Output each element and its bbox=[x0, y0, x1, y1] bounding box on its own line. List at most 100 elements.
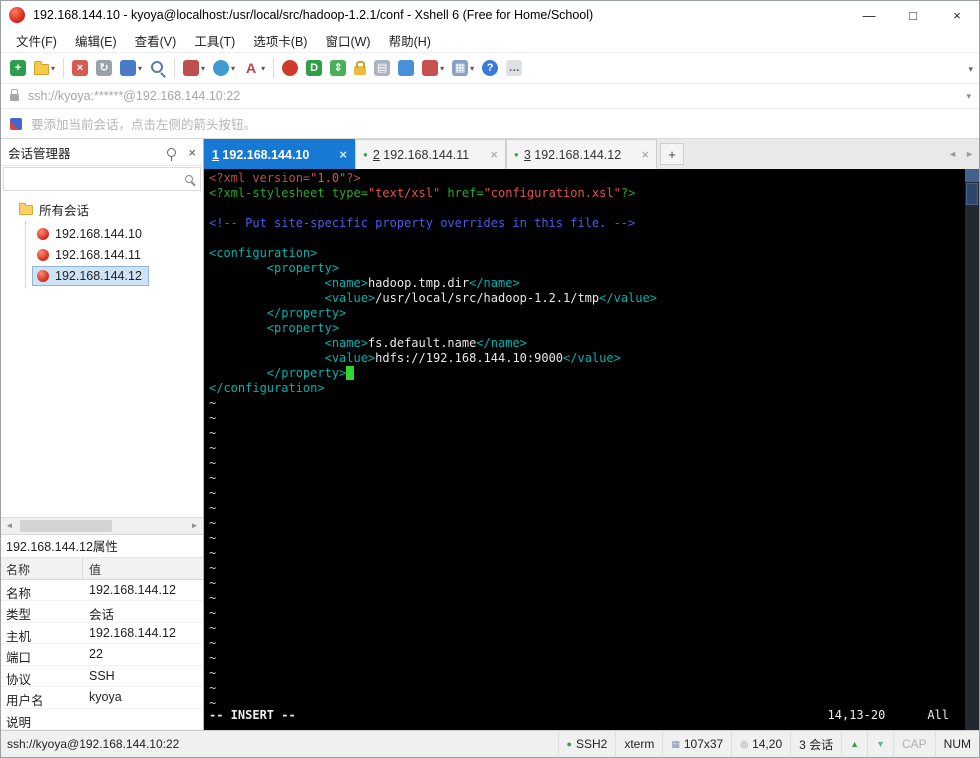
scroll-left-icon[interactable]: ◄ bbox=[1, 521, 18, 530]
terminal[interactable]: <?xml version="1.0"?> <?xml-stylesheet ty… bbox=[204, 169, 979, 730]
address-dropdown-caret-icon[interactable]: ▾ bbox=[966, 91, 971, 102]
scroll-right-icon[interactable]: ► bbox=[186, 521, 203, 530]
tab-close-icon[interactable]: × bbox=[641, 148, 649, 161]
menu-item-7[interactable]: 帮助(H) bbox=[380, 31, 440, 50]
terminal-text: ?> bbox=[620, 186, 636, 200]
add-session-arrow-icon[interactable] bbox=[10, 117, 22, 130]
xftp-button[interactable]: D bbox=[303, 55, 325, 81]
menu-item-5[interactable]: 选项卡(B) bbox=[244, 31, 316, 50]
font-button[interactable]: A ▾ bbox=[240, 55, 268, 81]
disconnect-button[interactable]: × bbox=[69, 55, 91, 81]
num-lock-indicator: NUM bbox=[934, 731, 979, 757]
terminal-text: "configuration.xsl" bbox=[483, 186, 621, 200]
sidebar-hscrollbar-thumb[interactable] bbox=[20, 519, 112, 532]
tools-button[interactable]: ▾ bbox=[419, 55, 447, 81]
xshell-session-button[interactable] bbox=[279, 55, 301, 81]
address-bar[interactable]: ssh://kyoya:******@192.168.144.10:22 ▾ bbox=[1, 83, 979, 108]
info-message: 要添加当前会话，点击左侧的箭头按钮。 bbox=[31, 118, 257, 132]
encoding-button[interactable]: ▾ bbox=[210, 55, 238, 81]
property-name: 端口 bbox=[6, 651, 32, 665]
tab-close-icon[interactable]: × bbox=[339, 148, 347, 161]
property-row: 主机 192.168.144.12 bbox=[1, 623, 203, 644]
session-tab-3[interactable]: ● 3 192.168.144.12 × bbox=[506, 139, 657, 169]
fullscreen-button[interactable]: ⇕ bbox=[327, 55, 349, 81]
terminal-scrollbar-thumb[interactable] bbox=[966, 183, 978, 205]
scroll-up-button[interactable]: ▲ bbox=[841, 731, 867, 757]
maximize-button[interactable]: □ bbox=[891, 1, 935, 29]
toolbar-overflow-caret-icon[interactable]: ▾ bbox=[968, 64, 973, 75]
pin-icon[interactable] bbox=[167, 147, 177, 161]
properties-header-name: 名称 bbox=[1, 557, 83, 579]
dropdown-caret-icon: ▾ bbox=[231, 63, 236, 73]
tree-item-all-sessions[interactable]: 所有会话 bbox=[1, 197, 203, 222]
tools-icon bbox=[422, 60, 439, 76]
folder-icon bbox=[19, 202, 33, 215]
property-name: 主机 bbox=[6, 629, 32, 644]
feedback-button[interactable]: … bbox=[503, 55, 525, 81]
terminal-tilde: ~ bbox=[209, 486, 217, 500]
terminal-tilde-line: ~ bbox=[209, 456, 979, 471]
virtual-keyboard-button[interactable]: ▤ bbox=[371, 55, 393, 81]
sidebar-hscrollbar[interactable]: ◄ ► bbox=[1, 516, 203, 534]
terminal-text: <name> bbox=[209, 276, 368, 290]
connected-status-icon: ● bbox=[363, 149, 368, 159]
menu-item-2[interactable]: 编辑(E) bbox=[66, 31, 126, 50]
menu-item-1[interactable]: 文件(F) bbox=[7, 31, 66, 50]
new-window-button[interactable]: ▾ bbox=[117, 55, 145, 81]
session-item-2[interactable]: 192.168.144.11 bbox=[32, 245, 148, 265]
help-button[interactable]: ? bbox=[479, 55, 501, 81]
virtual-keyboard-icon: ▤ bbox=[374, 60, 391, 76]
terminal-tilde: ~ bbox=[209, 441, 217, 455]
terminal-tilde: ~ bbox=[209, 606, 217, 620]
terminal-tilde-line: ~ bbox=[209, 531, 979, 546]
minimize-button[interactable]: — bbox=[847, 1, 891, 29]
session-item-3[interactable]: 192.168.144.12 bbox=[32, 266, 149, 286]
terminal-line: </property> bbox=[209, 306, 979, 321]
properties-header: 名称 值 bbox=[1, 557, 203, 580]
session-search[interactable] bbox=[3, 167, 201, 191]
terminal-scrollbar[interactable] bbox=[965, 169, 979, 730]
menu-item-6[interactable]: 窗口(W) bbox=[316, 31, 379, 50]
panel-close-icon[interactable]: × bbox=[188, 146, 196, 159]
open-session-button[interactable]: ▾ bbox=[31, 55, 58, 81]
tab-scroll-right-icon[interactable]: ► bbox=[965, 149, 974, 159]
session-tree: 所有会话 192.168.144.10 192.168.144.11 192.168… bbox=[1, 192, 203, 517]
terminal-scrollbar-button[interactable] bbox=[965, 169, 979, 182]
terminal-tilde: ~ bbox=[209, 666, 217, 680]
layout-button[interactable]: ▦ ▾ bbox=[449, 55, 477, 81]
terminal-text: <!-- Put site-specific property override… bbox=[209, 216, 636, 230]
terminal-line: <configuration> bbox=[209, 246, 979, 261]
find-button[interactable] bbox=[147, 55, 169, 81]
close-button[interactable]: × bbox=[935, 1, 979, 29]
layout-icon: ▦ bbox=[452, 60, 469, 76]
font-icon: A bbox=[246, 60, 257, 76]
toolbar-separator bbox=[273, 58, 275, 78]
property-name: 类型 bbox=[6, 608, 32, 622]
tab-scroll-left-icon[interactable]: ◄ bbox=[948, 149, 957, 159]
terminal-text: <?xml version= bbox=[209, 171, 311, 185]
session-tab-1[interactable]: 1 192.168.144.10 × bbox=[204, 139, 355, 169]
menu-item-3[interactable]: 查看(V) bbox=[126, 31, 186, 50]
scroll-down-button[interactable]: ▼ bbox=[867, 731, 893, 757]
tab-close-icon[interactable]: × bbox=[490, 148, 498, 161]
sidebar-hscrollbar-track[interactable] bbox=[18, 518, 186, 534]
lock-screen-button[interactable] bbox=[351, 55, 369, 81]
compose-button[interactable]: ▾ bbox=[180, 55, 208, 81]
terminal-text: hdfs://192.168.144.10:9000 bbox=[375, 351, 564, 365]
session-item-1[interactable]: 192.168.144.10 bbox=[32, 224, 149, 244]
menu-item-4[interactable]: 工具(T) bbox=[185, 31, 244, 50]
title-bar[interactable]: 192.168.144.10 - kyoya@localhost:/usr/lo… bbox=[1, 1, 979, 29]
reconnect-button[interactable]: ↻ bbox=[93, 55, 115, 81]
new-terminal-button[interactable]: + bbox=[7, 55, 29, 81]
find-icon bbox=[150, 60, 166, 76]
session-search-input[interactable] bbox=[9, 172, 185, 186]
terminal-tilde-line: ~ bbox=[209, 441, 979, 456]
tab-bar-tabs: 1 192.168.144.10 × ● 2 192.168.144.11 × ● 3 19… bbox=[204, 139, 684, 169]
session-tab-2[interactable]: ● 2 192.168.144.11 × bbox=[355, 139, 506, 169]
session-icon bbox=[37, 270, 49, 282]
terminal-text: hadoop.tmp.dir bbox=[367, 276, 470, 290]
new-tab-button[interactable]: + bbox=[660, 143, 684, 165]
highlight-pen-button[interactable] bbox=[395, 55, 417, 81]
info-bar: 要添加当前会话，点击左侧的箭头按钮。 bbox=[1, 108, 979, 138]
tab-host: 192.168.144.10 bbox=[218, 147, 310, 162]
